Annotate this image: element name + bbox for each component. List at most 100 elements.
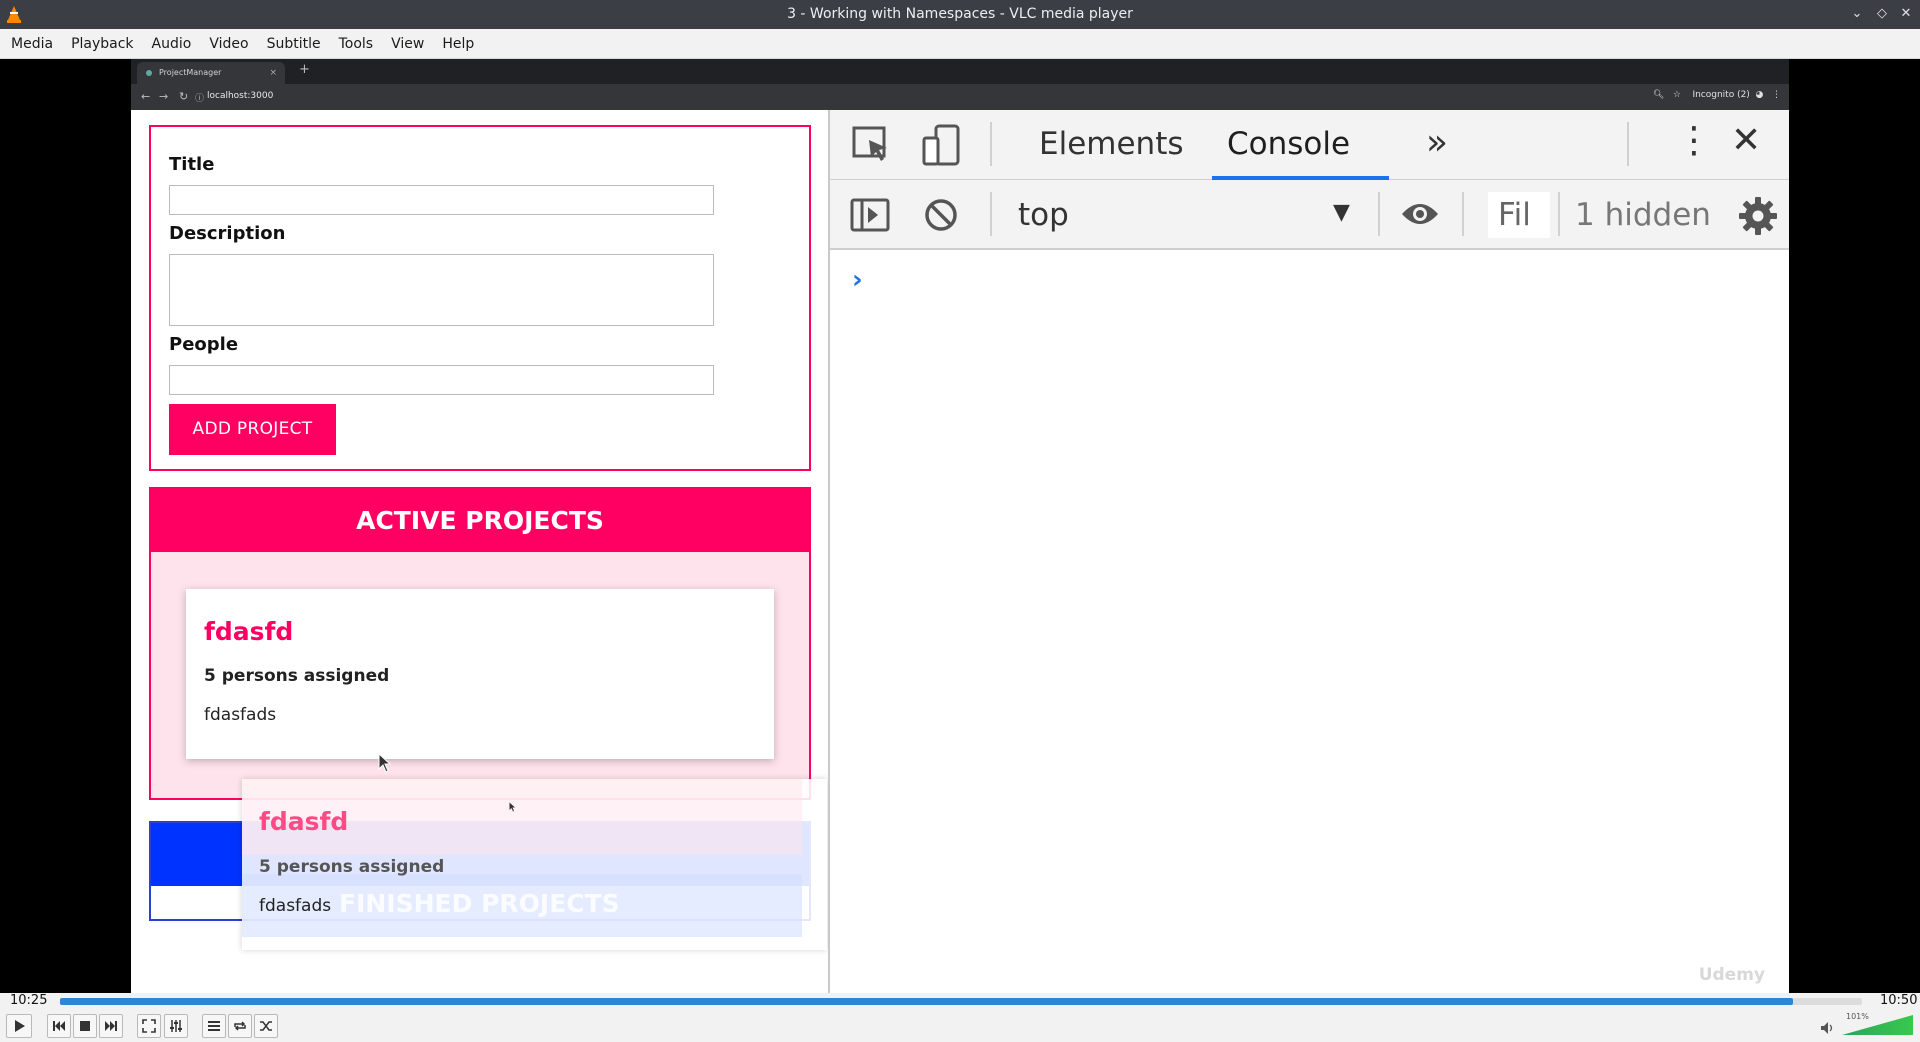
window-titlebar: 3 - Working with Namespaces - VLC media … xyxy=(0,0,1920,29)
sidebar-toggle-icon xyxy=(850,198,890,232)
project-card: fdasfd 5 persons assigned fdasfads xyxy=(186,589,774,759)
console-filter-input: Fil xyxy=(1488,192,1550,238)
context-selector: top xyxy=(1018,197,1069,233)
ghost-description: fdasfads xyxy=(259,896,332,916)
info-icon: ⓘ xyxy=(195,94,205,104)
finished-projects-heading-text: FINISHED PROJECTS xyxy=(339,889,620,918)
project-title: fdasfd xyxy=(204,617,294,646)
menu-playback[interactable]: Playback xyxy=(62,29,142,59)
drag-ghost-card: FINISHED PROJECTS fdasfd 5 persons assig… xyxy=(242,779,827,950)
description-textarea xyxy=(169,254,714,326)
project-description: fdasfads xyxy=(204,705,277,725)
reload-icon: ↻ xyxy=(179,90,189,103)
active-projects-heading: ACTIVE PROJECTS xyxy=(151,489,809,552)
devtools-menu-icon: ⋮ xyxy=(1676,120,1712,161)
project-form: Title Description People ADD PROJECT xyxy=(149,125,811,471)
video-area[interactable]: ProjectManager × + ← → ↻ ⓘ localhost:300… xyxy=(0,59,1920,993)
toolbar-divider xyxy=(1558,192,1560,236)
drag-cursor-icon xyxy=(509,802,515,812)
repeat-icon xyxy=(234,1021,246,1031)
inspect-element-icon xyxy=(852,126,887,161)
browser-tab-title: ProjectManager xyxy=(159,68,222,77)
menu-bar: Media Playback Audio Video Subtitle Tool… xyxy=(0,29,1920,59)
star-icon: ☆ xyxy=(1672,90,1681,100)
tab-console: Console xyxy=(1227,126,1351,162)
menu-view[interactable]: View xyxy=(382,29,433,59)
back-icon: ← xyxy=(141,90,151,103)
menu-media[interactable]: Media xyxy=(2,29,62,59)
volume-icon[interactable] xyxy=(1820,1021,1836,1035)
extended-settings-button[interactable] xyxy=(164,1014,188,1038)
toolbar-divider xyxy=(990,192,992,236)
menu-audio[interactable]: Audio xyxy=(143,29,201,59)
elapsed-time: 10:25 xyxy=(10,993,48,1008)
add-project-button: ADD PROJECT xyxy=(169,404,336,455)
seek-bar[interactable] xyxy=(60,998,1862,1005)
mouse-cursor-icon xyxy=(378,753,392,773)
next-button[interactable] xyxy=(99,1014,123,1038)
devtools-tab-bar: Elements Console » ⋮ ✕ xyxy=(830,110,1789,180)
maximize-icon[interactable]: ◇ xyxy=(1872,4,1892,24)
player-controls: 10:25 10:50 101% xyxy=(0,993,1920,1042)
project-persons: 5 persons assigned xyxy=(204,666,390,686)
equalizer-icon xyxy=(170,1020,182,1032)
active-projects-list: ACTIVE PROJECTS fdasfd 5 persons assigne… xyxy=(149,487,811,800)
toolbar-divider xyxy=(1378,192,1380,236)
playlist-icon xyxy=(208,1021,220,1031)
loop-button[interactable] xyxy=(228,1014,252,1038)
minimize-icon[interactable]: ⌄ xyxy=(1847,4,1867,24)
devtools-close-icon: ✕ xyxy=(1731,120,1762,161)
more-tabs-icon: » xyxy=(1426,122,1449,163)
devtools-panel: Elements Console » ⋮ ✕ top ▼ Fil 1 hidde… xyxy=(828,110,1789,993)
stop-icon xyxy=(80,1021,90,1031)
play-icon xyxy=(15,1020,25,1032)
clear-console-icon xyxy=(925,199,957,231)
seek-bar-progress xyxy=(60,998,1793,1005)
volume-slider[interactable] xyxy=(1842,1013,1913,1035)
fullscreen-button[interactable] xyxy=(137,1014,161,1038)
playlist-button[interactable] xyxy=(202,1014,226,1038)
browser-tab: ProjectManager × xyxy=(137,62,285,84)
play-button[interactable] xyxy=(6,1014,32,1038)
new-tab-icon: + xyxy=(299,62,310,77)
zoom-icon: 🔍︎ xyxy=(1652,90,1665,100)
total-time: 10:50 xyxy=(1880,993,1918,1008)
people-label: People xyxy=(169,334,239,355)
console-toolbar: top ▼ Fil 1 hidden xyxy=(830,180,1789,250)
console-prompt-icon: › xyxy=(852,265,863,295)
browser-right-controls: 🔍︎ ☆ Incognito (2) ◕ ⋮ xyxy=(1653,90,1781,100)
previous-button[interactable] xyxy=(47,1014,71,1038)
live-expression-eye-icon xyxy=(1402,204,1438,224)
fullscreen-icon xyxy=(142,1019,156,1033)
incognito-label: Incognito (2) xyxy=(1692,90,1750,100)
description-label: Description xyxy=(169,223,286,244)
menu-subtitle[interactable]: Subtitle xyxy=(258,29,330,59)
close-icon[interactable]: ✕ xyxy=(1896,4,1916,24)
forward-icon: → xyxy=(159,90,169,103)
toolbar-divider xyxy=(990,122,992,166)
toolbar-divider xyxy=(1627,122,1629,166)
toolbar-divider xyxy=(1462,192,1464,236)
skip-forward-icon xyxy=(105,1021,117,1031)
skip-back-icon xyxy=(53,1021,65,1031)
browser-address-bar: ← → ↻ ⓘ localhost:3000 🔍︎ ☆ Incognito (2… xyxy=(131,84,1789,110)
menu-video[interactable]: Video xyxy=(200,29,257,59)
tab-elements: Elements xyxy=(1039,126,1184,162)
stop-button[interactable] xyxy=(73,1014,97,1038)
udemy-watermark: Udemy xyxy=(1698,965,1765,985)
browser-menu-icon: ⋮ xyxy=(1772,90,1781,100)
device-toolbar-icon xyxy=(922,124,960,166)
people-input xyxy=(169,365,714,395)
shuffle-button[interactable] xyxy=(254,1014,278,1038)
title-label: Title xyxy=(169,154,215,175)
browser-tab-strip: ProjectManager × + xyxy=(131,59,1789,84)
shuffle-icon xyxy=(260,1021,272,1031)
menu-tools[interactable]: Tools xyxy=(330,29,383,59)
favicon-icon xyxy=(146,70,152,76)
menu-help[interactable]: Help xyxy=(433,29,483,59)
hidden-messages-count: 1 hidden xyxy=(1575,197,1711,233)
window-title: 3 - Working with Namespaces - VLC media … xyxy=(787,6,1133,22)
console-settings-gear-icon xyxy=(1739,197,1777,235)
ghost-title: fdasfd xyxy=(259,807,349,836)
title-input xyxy=(169,185,714,215)
